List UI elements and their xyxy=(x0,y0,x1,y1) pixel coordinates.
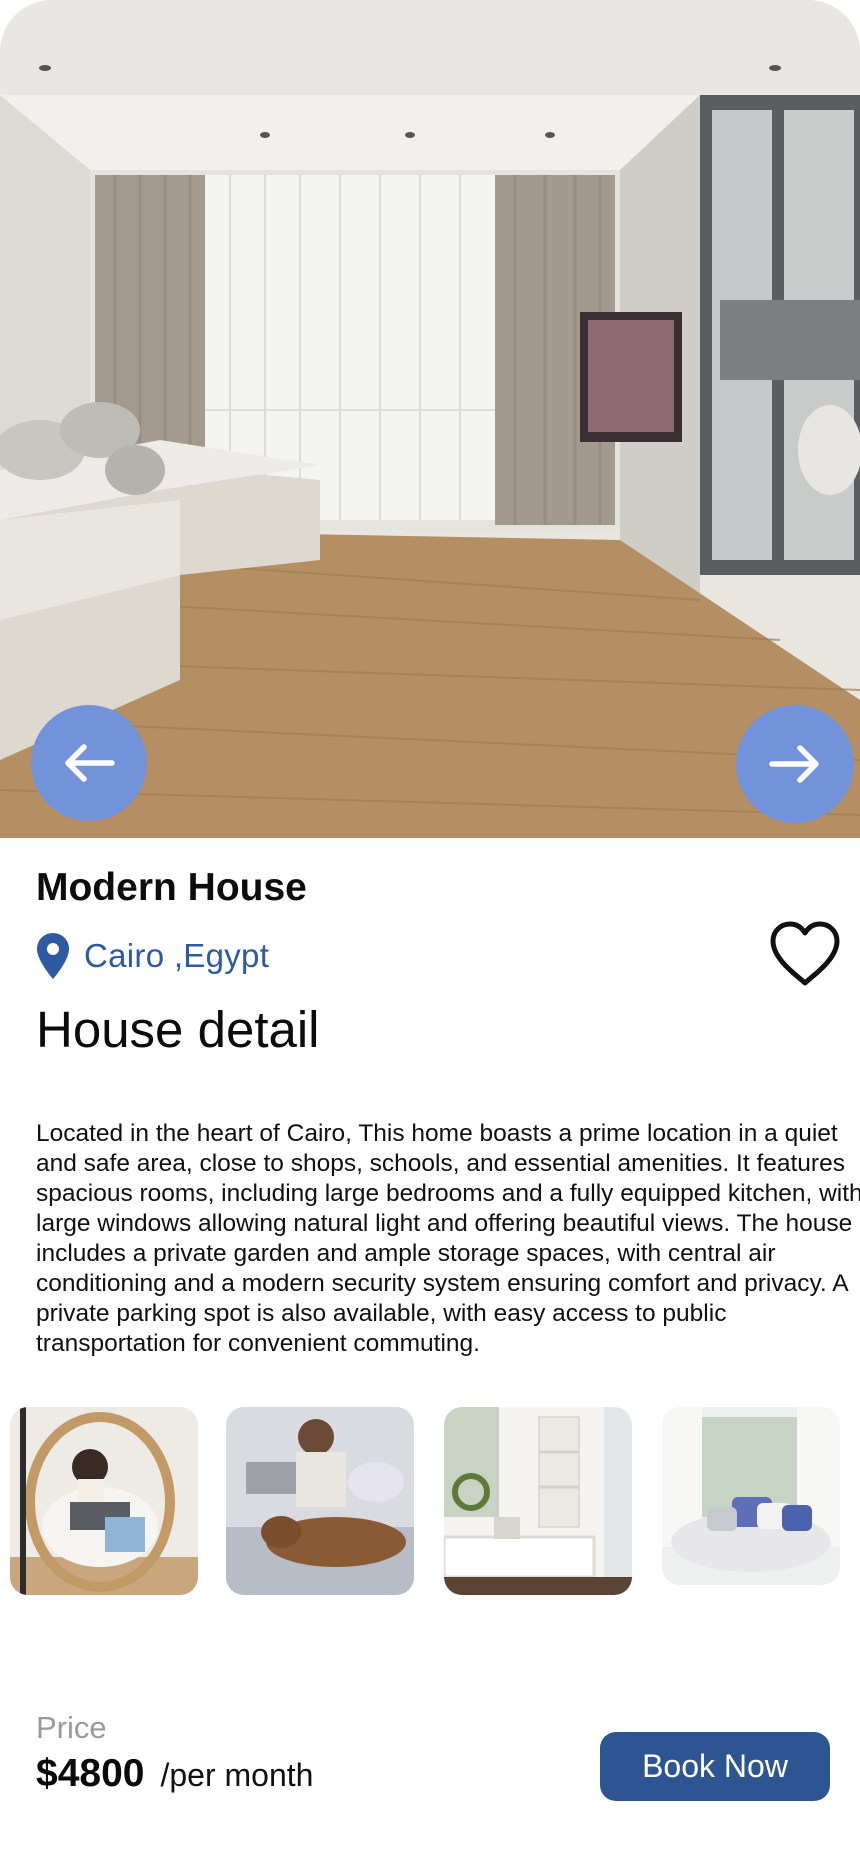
thumbnail-photo-mudroom xyxy=(444,1407,632,1595)
listing-location: Cairo ,Egypt xyxy=(36,932,269,980)
listing-title: Modern House xyxy=(36,866,307,909)
thumbnail-photo-window-seat xyxy=(662,1407,840,1585)
arrow-right-icon xyxy=(769,745,819,783)
price-row: $4800 /per month xyxy=(36,1752,313,1796)
price-value: $4800 xyxy=(36,1752,145,1795)
living-room-photo xyxy=(0,0,860,838)
thumbnail-photo-egg-chair xyxy=(10,1407,198,1595)
thumbnail-4[interactable] xyxy=(662,1407,840,1585)
thumbnail-1[interactable] xyxy=(10,1407,198,1595)
next-image-button[interactable] xyxy=(736,705,854,823)
location-pin-icon xyxy=(37,933,69,979)
house-detail-heading: House detail xyxy=(36,1001,320,1058)
arrow-left-icon xyxy=(65,744,115,782)
thumbnail-3[interactable] xyxy=(444,1407,632,1595)
book-now-button[interactable]: Book Now xyxy=(600,1732,830,1801)
house-description: Located in the heart of Cairo, This home… xyxy=(36,1120,860,1357)
price-label: Price xyxy=(36,1710,107,1745)
thumbnail-2[interactable] xyxy=(226,1407,414,1595)
location-text: Cairo ,Egypt xyxy=(84,937,270,974)
hero-image xyxy=(0,0,860,838)
thumbnail-photo-woman-dog xyxy=(226,1407,414,1595)
price-unit: /per month xyxy=(160,1757,314,1793)
previous-image-button[interactable] xyxy=(31,705,147,821)
favorite-heart-icon[interactable] xyxy=(769,920,841,988)
